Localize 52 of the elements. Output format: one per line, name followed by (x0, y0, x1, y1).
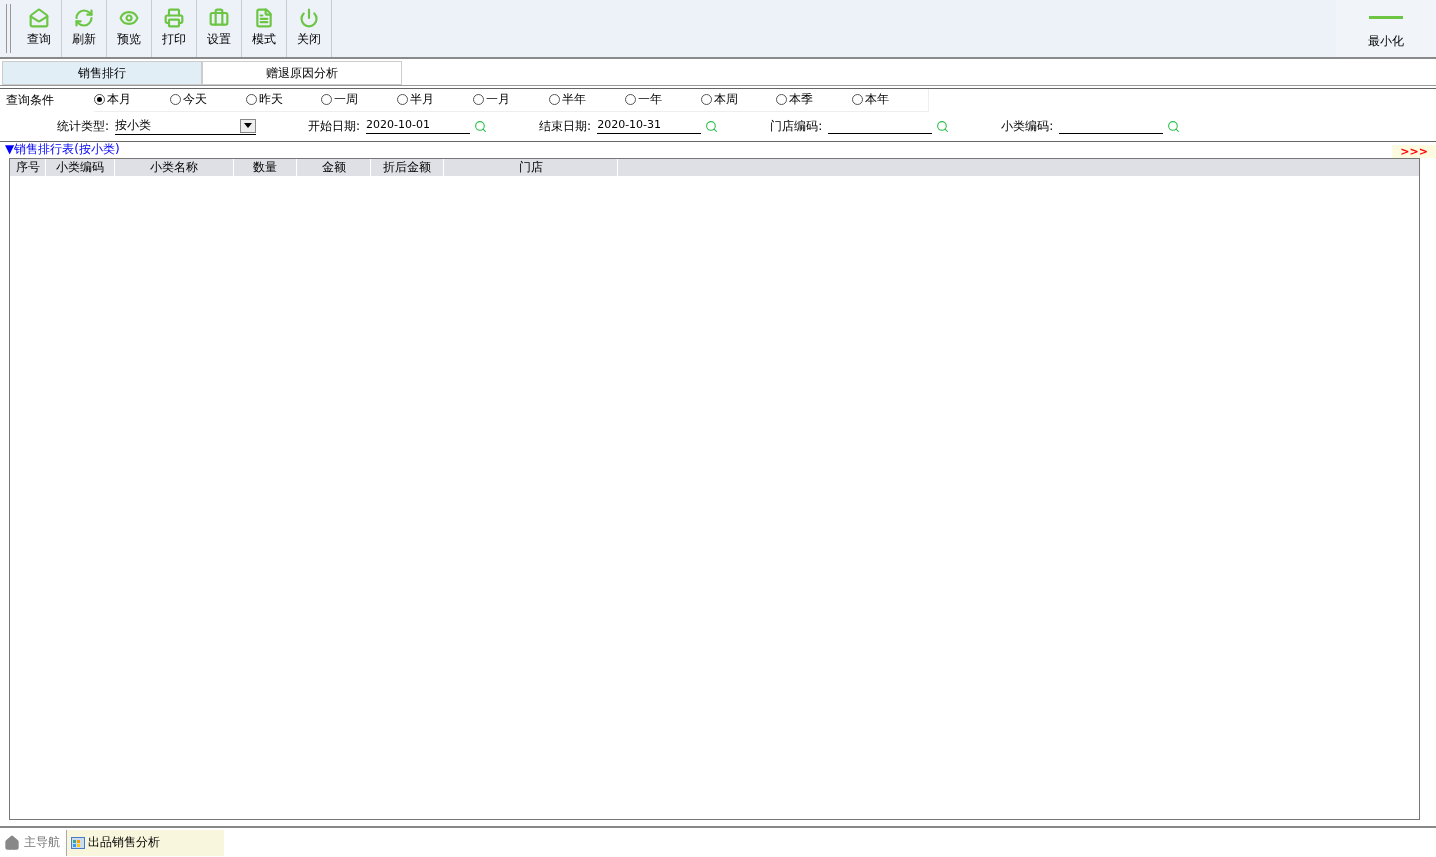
field-label: 结束日期: (539, 117, 592, 135)
tab[interactable]: 赠退原因分析 (202, 61, 402, 85)
printer-icon (164, 8, 184, 28)
period-radio[interactable]: 半月 (397, 91, 474, 108)
column-header[interactable]: 折后金额 (371, 159, 444, 176)
period-radio[interactable]: 昨天 (245, 91, 322, 108)
dropdown-icon (240, 118, 257, 133)
refresh-icon (74, 8, 94, 28)
home-icon (4, 834, 20, 851)
toolbar-button[interactable]: 预览 (107, 0, 152, 57)
column-header[interactable]: 数量 (234, 159, 297, 176)
expand-link[interactable]: >>> (1392, 145, 1436, 158)
type-select[interactable]: 按小类 (115, 117, 257, 135)
field-label: 统计类型: (57, 117, 110, 135)
report-title-link[interactable]: ▼销售排行表(按小类) (5, 141, 120, 158)
field-label: 小类编码: (1001, 117, 1054, 135)
column-header[interactable]: 小类名称 (115, 159, 234, 176)
minimize-button[interactable]: 最小化 (1336, 0, 1436, 57)
period-radio[interactable]: 本季 (776, 91, 853, 108)
envelope-icon (29, 8, 49, 28)
home-nav-button[interactable]: 主导航 (0, 834, 66, 851)
input-field[interactable]: 2020-10-31 (597, 118, 702, 134)
toolbar-button[interactable]: 刷新 (62, 0, 107, 57)
toolbar-button[interactable]: 模式 (242, 0, 287, 57)
field-label: 门店编码: (770, 117, 823, 135)
column-header[interactable]: 门店 (444, 159, 618, 176)
toolbar-button[interactable]: 打印 (152, 0, 197, 57)
column-header[interactable]: 小类编码 (46, 159, 115, 176)
toolbar-button[interactable]: 关闭 (287, 0, 332, 57)
period-radio[interactable]: 一月 (473, 91, 549, 108)
period-radio[interactable]: 本周 (700, 91, 777, 108)
window-tab[interactable]: 出品销售分析 (66, 829, 224, 856)
eye-icon (119, 8, 139, 28)
period-radio[interactable]: 一周 (321, 91, 398, 108)
minimize-icon (1369, 16, 1403, 19)
toolbar-button[interactable]: 查询 (17, 0, 62, 57)
window-grid-icon (71, 836, 85, 849)
power-icon (299, 8, 319, 28)
column-header[interactable]: 金额 (297, 159, 371, 176)
input-field[interactable]: 2020-10-01 (366, 118, 471, 134)
toolbar-button[interactable]: 设置 (197, 0, 242, 57)
field-label: 开始日期: (308, 117, 361, 135)
tab[interactable]: 销售排行 (2, 61, 202, 85)
period-radio[interactable]: 半年 (548, 91, 625, 108)
period-radio[interactable]: 本月 (94, 91, 170, 108)
period-radio[interactable]: 今天 (169, 91, 246, 108)
document-icon (254, 8, 274, 28)
briefcase-icon (209, 8, 229, 28)
period-radio[interactable]: 一年 (624, 91, 701, 108)
column-header[interactable]: 序号 (10, 159, 46, 176)
query-label: 查询条件 (5, 91, 55, 109)
period-radio[interactable]: 本年 (852, 91, 928, 108)
